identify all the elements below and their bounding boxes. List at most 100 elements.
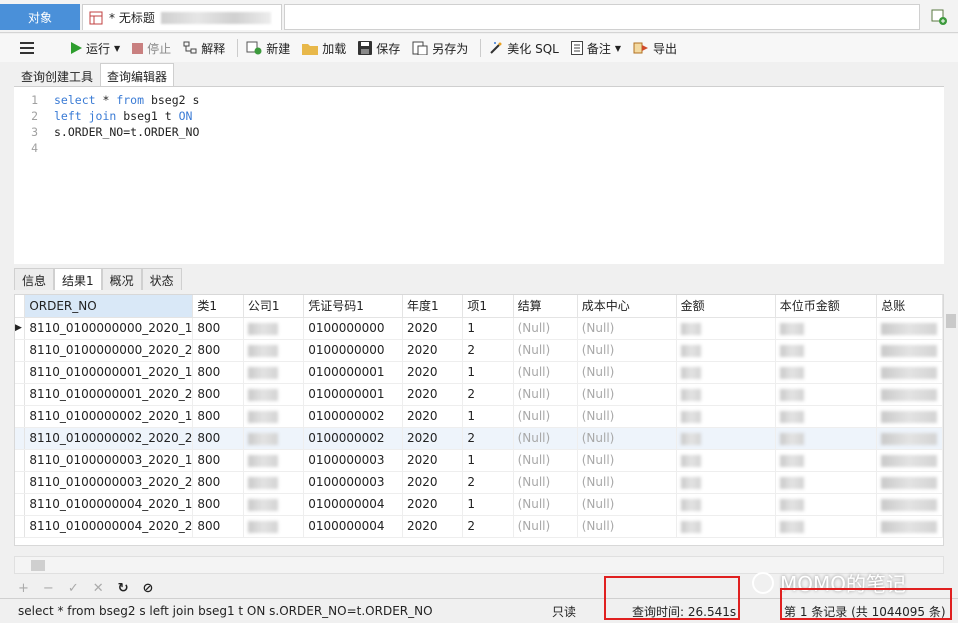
column-header[interactable]: 项1 [462, 295, 514, 318]
cell-order-no[interactable]: 8110_0100000003_2020_2 [24, 471, 194, 494]
row-marker[interactable] [15, 515, 26, 538]
stop-button[interactable]: 停止 [132, 40, 171, 57]
cell-order-no[interactable]: 8110_0100000002_2020_2 [24, 427, 194, 450]
chevron-down-icon[interactable]: ▼ [615, 44, 621, 53]
cell-item[interactable]: 1 [462, 449, 514, 472]
cell-local-amount[interactable] [775, 339, 878, 362]
discard-changes-button[interactable]: ✕ [93, 581, 104, 596]
cell-company[interactable] [243, 339, 305, 362]
cell-item[interactable]: 2 [462, 339, 514, 362]
cell-company[interactable] [243, 361, 305, 384]
cell-settlement[interactable]: (Null) [513, 361, 578, 384]
chevron-down-icon[interactable]: ▼ [114, 44, 120, 53]
column-header[interactable]: 凭证号码1 [303, 295, 403, 318]
cell-gl-account[interactable] [876, 449, 943, 472]
save-as-button[interactable]: 另存为 [412, 40, 468, 57]
add-record-button[interactable]: + [18, 581, 29, 596]
cell-document-no[interactable]: 0100000002 [303, 405, 403, 428]
cell-year[interactable]: 2020 [402, 405, 464, 428]
cell-amount[interactable] [676, 493, 776, 516]
cell-company[interactable] [243, 471, 305, 494]
cell-gl-account[interactable] [876, 493, 943, 516]
table-row[interactable]: 8110_0100000003_2020_2 800 0100000003 2020 2… [15, 471, 943, 494]
cell-amount[interactable] [676, 317, 776, 340]
cell-order-no[interactable]: 8110_0100000004_2020_1 [24, 493, 194, 516]
new-button[interactable]: 新建 [246, 40, 290, 57]
cell-company[interactable] [243, 383, 305, 406]
cell-gl-account[interactable] [876, 361, 943, 384]
cell-local-amount[interactable] [775, 317, 878, 340]
cell-year[interactable]: 2020 [402, 361, 464, 384]
cell-order-no[interactable]: 8110_0100000000_2020_1 [24, 317, 194, 340]
table-row[interactable]: 8110_0100000002_2020_2 800 0100000002 2020 2… [15, 427, 943, 450]
column-header[interactable]: 年度1 [402, 295, 464, 318]
table-row[interactable]: 8110_0100000002_2020_1 800 0100000002 2020 1… [15, 405, 943, 428]
row-marker[interactable]: ▶ [15, 317, 26, 340]
cell-year[interactable]: 2020 [402, 515, 464, 538]
cell-company[interactable] [243, 405, 305, 428]
cell-document-no[interactable]: 0100000000 [303, 317, 403, 340]
cell-item[interactable]: 2 [462, 471, 514, 494]
table-row[interactable]: 8110_0100000003_2020_1 800 0100000003 2020 1… [15, 449, 943, 472]
cell-item[interactable]: 2 [462, 427, 514, 450]
cell-local-amount[interactable] [775, 361, 878, 384]
column-header[interactable]: 金额 [676, 295, 776, 318]
cell-cost-center[interactable]: (Null) [577, 339, 677, 362]
cell-settlement[interactable]: (Null) [513, 449, 578, 472]
cell-cost-center[interactable]: (Null) [577, 427, 677, 450]
grid-vertical-scrollbar[interactable] [944, 294, 958, 556]
tab-overview[interactable]: 概况 [101, 268, 142, 290]
cell-gl-account[interactable] [876, 317, 943, 340]
cell-order-no[interactable]: 8110_0100000001_2020_1 [24, 361, 194, 384]
row-marker[interactable] [15, 493, 26, 516]
cell-settlement[interactable]: (Null) [513, 515, 578, 538]
table-row[interactable]: 8110_0100000001_2020_2 800 0100000001 2020 2… [15, 383, 943, 406]
cell-type[interactable]: 800 [192, 427, 244, 450]
beautify-sql-button[interactable]: 美化 SQL [489, 40, 559, 57]
cell-gl-account[interactable] [876, 427, 943, 450]
sql-editor[interactable]: 1 select * from bseg2 s 2 left join bseg… [14, 86, 944, 264]
cell-item[interactable]: 1 [462, 317, 514, 340]
cell-item[interactable]: 2 [462, 383, 514, 406]
cell-amount[interactable] [676, 339, 776, 362]
cell-document-no[interactable]: 0100000004 [303, 515, 403, 538]
table-row[interactable]: 8110_0100000001_2020_1 800 0100000001 2020 1… [15, 361, 943, 384]
column-header[interactable]: 总账 [876, 295, 943, 318]
cell-document-no[interactable]: 0100000003 [303, 471, 403, 494]
cell-amount[interactable] [676, 471, 776, 494]
cell-type[interactable]: 800 [192, 471, 244, 494]
cell-local-amount[interactable] [775, 493, 878, 516]
cell-document-no[interactable]: 0100000001 [303, 361, 403, 384]
row-marker[interactable] [15, 427, 26, 450]
cell-cost-center[interactable]: (Null) [577, 361, 677, 384]
cell-year[interactable]: 2020 [402, 471, 464, 494]
cell-company[interactable] [243, 427, 305, 450]
cell-type[interactable]: 800 [192, 317, 244, 340]
cell-year[interactable]: 2020 [402, 339, 464, 362]
column-header[interactable]: 成本中心 [577, 295, 677, 318]
export-button[interactable]: 导出 [633, 40, 677, 57]
cell-item[interactable]: 1 [462, 361, 514, 384]
cell-document-no[interactable]: 0100000003 [303, 449, 403, 472]
table-row[interactable]: ▶ 8110_0100000000_2020_1 800 0100000000 2020… [15, 317, 943, 340]
tab-query-editor[interactable]: 查询编辑器 [100, 63, 175, 86]
row-marker[interactable] [15, 383, 26, 406]
tab-result1[interactable]: 结果1 [54, 268, 102, 290]
column-header[interactable]: 类1 [192, 295, 244, 318]
cell-cost-center[interactable]: (Null) [577, 493, 677, 516]
run-button[interactable]: 运行 ▼ [70, 40, 120, 57]
editor-scrollbar[interactable] [946, 86, 958, 264]
cell-order-no[interactable]: 8110_0100000001_2020_2 [24, 383, 194, 406]
cell-settlement[interactable]: (Null) [513, 339, 578, 362]
cell-order-no[interactable]: 8110_0100000000_2020_2 [24, 339, 194, 362]
cell-amount[interactable] [676, 383, 776, 406]
cell-cost-center[interactable]: (Null) [577, 383, 677, 406]
cell-document-no[interactable]: 0100000000 [303, 339, 403, 362]
cell-type[interactable]: 800 [192, 449, 244, 472]
column-header[interactable]: ORDER_NO [24, 295, 194, 318]
row-marker[interactable] [15, 471, 26, 494]
cell-settlement[interactable]: (Null) [513, 427, 578, 450]
cell-item[interactable]: 2 [462, 515, 514, 538]
cell-local-amount[interactable] [775, 471, 878, 494]
cell-gl-account[interactable] [876, 405, 943, 428]
